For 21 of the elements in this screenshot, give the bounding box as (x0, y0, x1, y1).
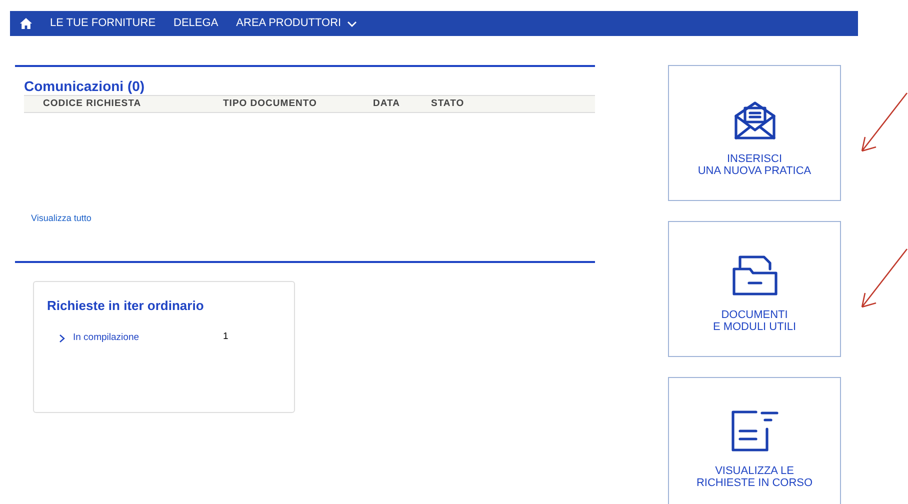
nav-link[interactable]: LE TUE FORNITURE (50, 15, 156, 32)
chevron-right-icon (59, 334, 65, 343)
folder-icon (732, 253, 778, 297)
action-tile[interactable]: DOCUMENTI E MODULI UTILI (668, 221, 841, 357)
document-list-icon (730, 409, 780, 453)
column-header: CODICE RICHIESTA (43, 96, 142, 111)
section-title: Comunicazioni (0) (24, 78, 146, 95)
action-tile[interactable]: INSERISCI UNA NUOVA PRATICA (668, 65, 841, 201)
action-tile[interactable]: VISUALIZZA LE RICHIESTE IN CORSO (668, 377, 841, 504)
chevron-down-icon (347, 20, 358, 26)
envelope-icon (732, 101, 776, 141)
card-title: Richieste in iter ordinario (47, 296, 205, 314)
column-header: DATA (373, 96, 401, 111)
status-link[interactable]: In compilazione (73, 331, 223, 346)
column-header: STATO (431, 96, 464, 111)
column-header: TIPO DOCUMENTO (223, 96, 318, 111)
view-all-link[interactable]: Visualizza tutto (31, 212, 92, 226)
nav-link[interactable]: DELEGA (174, 15, 218, 32)
nav-dropdown[interactable]: AREA PRODUTTORI (236, 15, 358, 32)
home-icon[interactable] (20, 18, 32, 29)
status-count: 1 (223, 330, 228, 344)
